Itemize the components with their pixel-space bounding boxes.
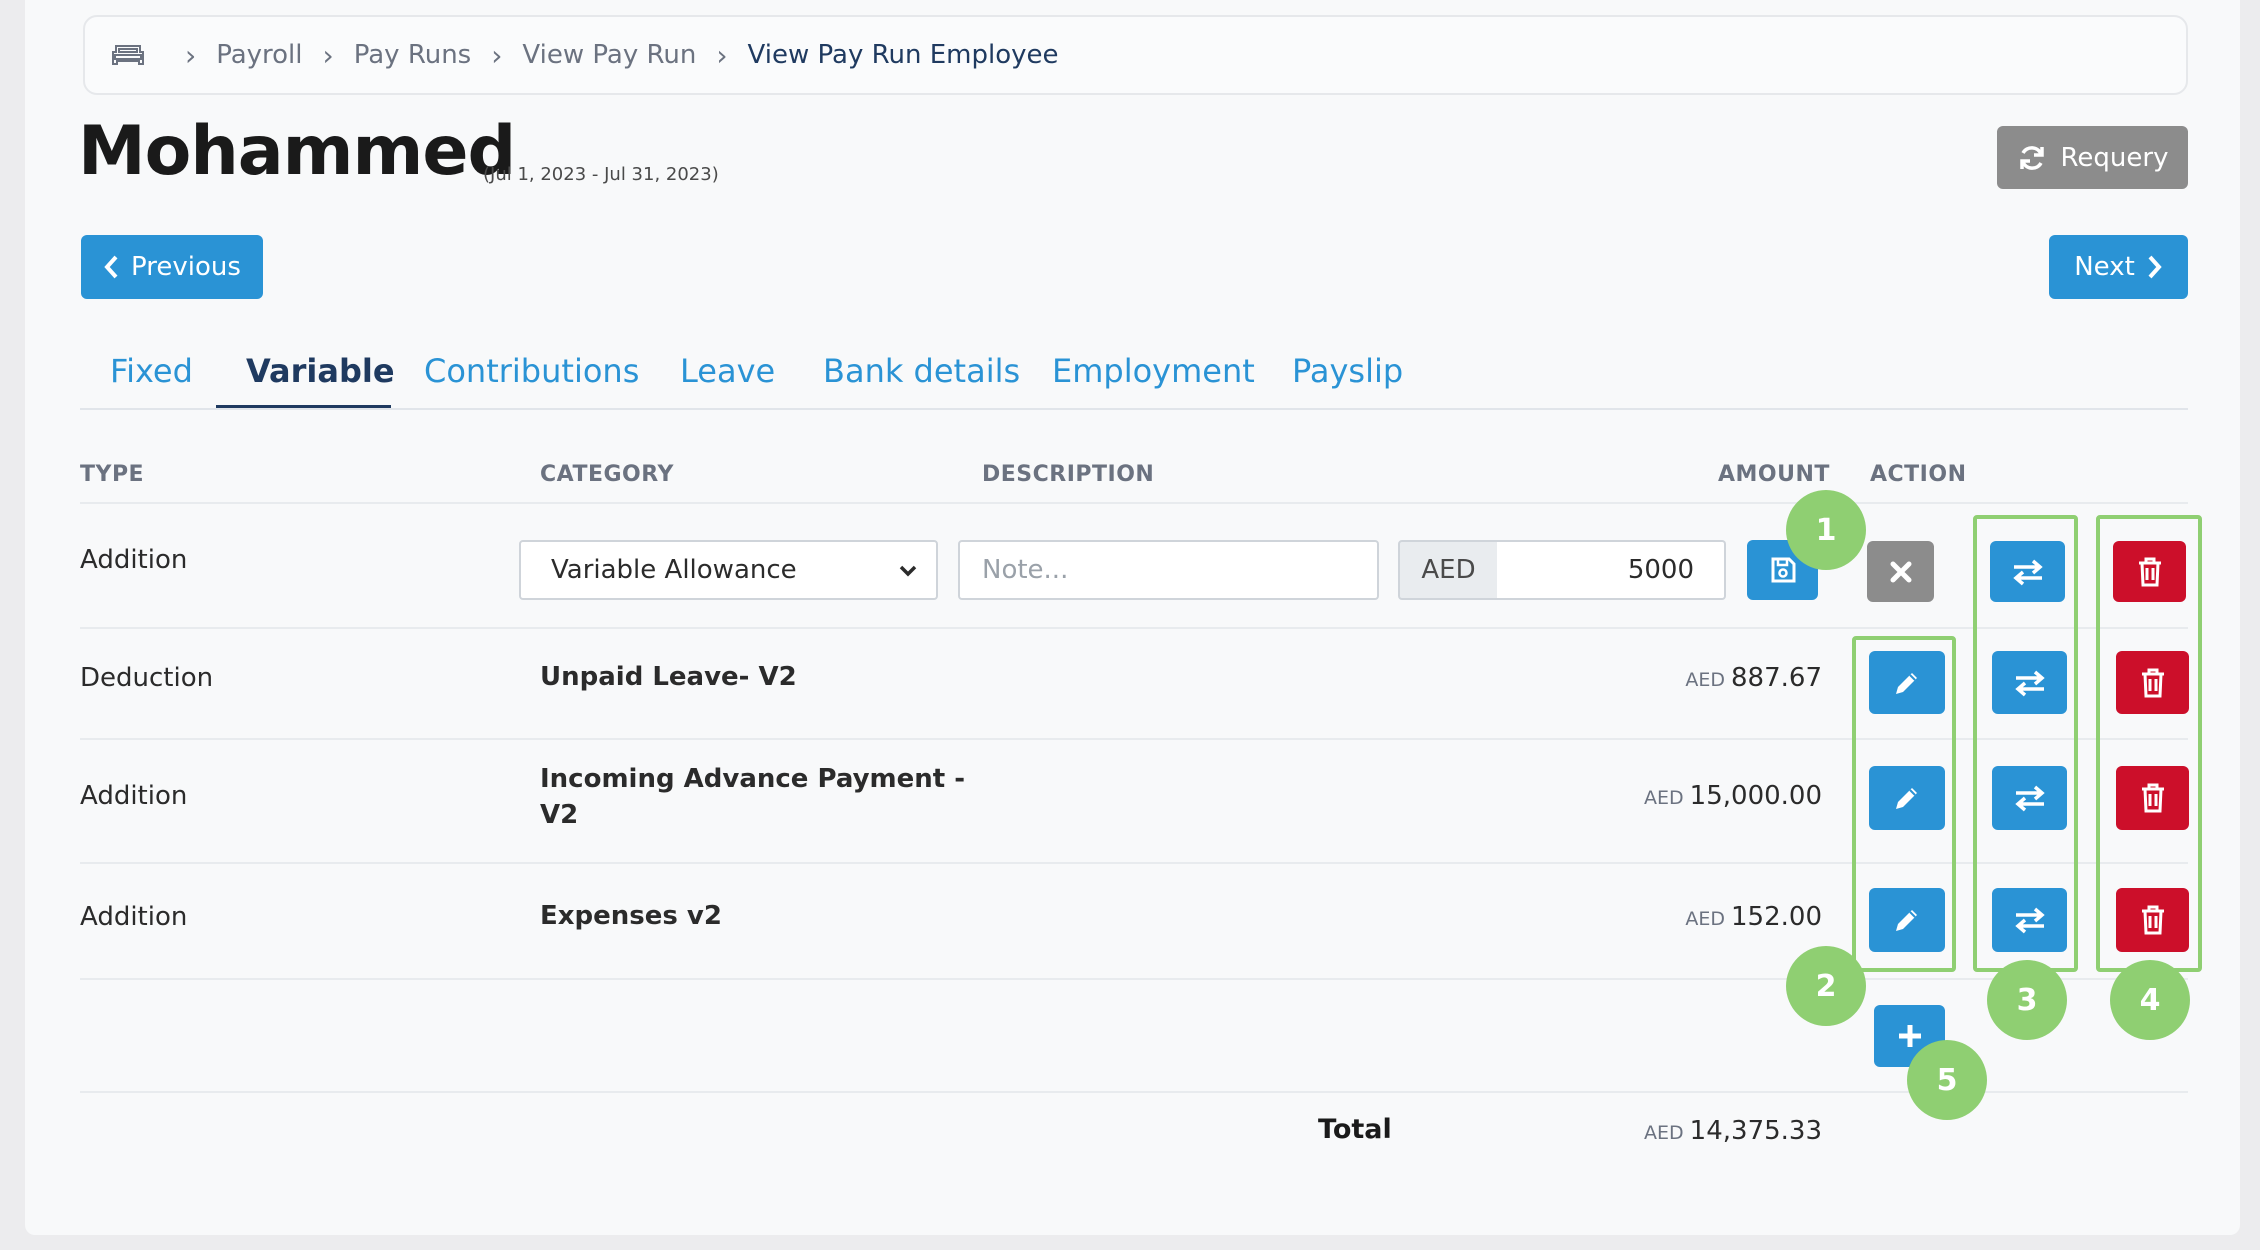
currency-label: AED (1685, 669, 1726, 691)
row-type: Addition (80, 902, 188, 932)
divider (80, 1091, 2188, 1093)
breadcrumb-payroll[interactable]: Payroll (216, 40, 302, 70)
tab-contributions[interactable]: Contributions (424, 352, 639, 390)
row-type: Addition (80, 781, 188, 811)
chevron-right-icon: › (491, 38, 503, 72)
total-label: Total (1318, 1114, 1392, 1145)
tab-payslip[interactable]: Payslip (1292, 352, 1403, 390)
requery-label: Requery (2060, 142, 2169, 173)
chevron-down-icon (894, 556, 922, 591)
annotation-box-swap (1973, 515, 2078, 972)
breadcrumb-pay-runs[interactable]: Pay Runs (354, 40, 472, 70)
category-select-value: Variable Allowance (551, 555, 797, 585)
row-type: Addition (80, 545, 188, 575)
annotation-box-edit (1852, 636, 1956, 972)
row-amount: AED 887.67 (1685, 663, 1822, 693)
home-icon[interactable] (111, 42, 145, 68)
divider (80, 627, 2188, 629)
row-amount: AED 15,000.00 (1644, 781, 1822, 811)
annotation-badge-4: 4 (2110, 960, 2190, 1040)
currency-addon: AED (1398, 540, 1499, 600)
amount-value: 887.67 (1731, 663, 1822, 693)
chevron-right-icon (2147, 254, 2163, 280)
total-value: 14,375.33 (1689, 1116, 1822, 1146)
annotation-badge-1: 1 (1786, 490, 1866, 570)
row-amount: AED 152.00 (1685, 902, 1822, 932)
chevron-left-icon (103, 254, 119, 280)
header-category: CATEGORY (540, 462, 674, 487)
currency-label: AED (1644, 1122, 1684, 1144)
amount-value: 15,000.00 (1689, 781, 1822, 811)
divider (80, 502, 2188, 504)
row-category: Incoming Advance Payment - (540, 764, 966, 794)
chevron-right-icon: › (322, 38, 334, 72)
page-title: Mohammed (78, 112, 516, 191)
header-description: DESCRIPTION (982, 462, 1155, 487)
next-label: Next (2074, 252, 2135, 282)
row-type: Deduction (80, 663, 214, 693)
breadcrumb-current: View Pay Run Employee (747, 40, 1059, 70)
close-icon (1889, 560, 1913, 584)
refresh-icon (2017, 143, 2047, 173)
currency-label: AED (1685, 908, 1726, 930)
amount-value: 152.00 (1731, 902, 1822, 932)
description-input[interactable] (958, 540, 1379, 600)
pay-period: (Jul 1, 2023 - Jul 31, 2023) (483, 164, 719, 185)
breadcrumb: › Payroll › Pay Runs › View Pay Run › Vi… (83, 15, 2188, 95)
annotation-box-delete (2096, 515, 2202, 972)
breadcrumb-view-pay-run[interactable]: View Pay Run (522, 40, 696, 70)
tab-bar: Fixed Variable Contributions Leave Bank … (80, 340, 2188, 410)
annotation-badge-2: 2 (1786, 946, 1866, 1026)
next-button[interactable]: Next (2049, 235, 2188, 299)
tab-leave[interactable]: Leave (680, 352, 775, 390)
divider (80, 978, 2188, 980)
amount-input[interactable] (1497, 540, 1726, 600)
total-amount: AED 14,375.33 (1644, 1116, 1822, 1146)
row-category-continued: V2 (540, 800, 579, 830)
cancel-button[interactable] (1867, 541, 1934, 602)
tab-variable[interactable]: Variable (246, 352, 395, 390)
requery-button[interactable]: Requery (1997, 126, 2188, 189)
save-icon (1769, 556, 1797, 584)
header-type: TYPE (80, 462, 145, 487)
tab-employment[interactable]: Employment (1052, 352, 1255, 390)
tab-bank-details[interactable]: Bank details (823, 352, 1020, 390)
header-amount: AMOUNT (1718, 462, 1830, 487)
chevron-right-icon: › (716, 38, 728, 72)
currency-label: AED (1644, 787, 1684, 809)
active-tab-indicator (216, 405, 391, 408)
annotation-badge-5: 5 (1907, 1040, 1987, 1120)
row-category: Expenses v2 (540, 901, 722, 931)
plus-icon (1895, 1021, 1925, 1051)
annotation-badge-3: 3 (1987, 960, 2067, 1040)
header-action: ACTION (1870, 462, 1967, 487)
tab-fixed[interactable]: Fixed (110, 352, 193, 390)
category-select[interactable]: Variable Allowance (519, 540, 938, 600)
previous-label: Previous (131, 252, 241, 282)
chevron-right-icon: › (185, 38, 197, 72)
row-category: Unpaid Leave- V2 (540, 662, 797, 692)
previous-button[interactable]: Previous (81, 235, 263, 299)
